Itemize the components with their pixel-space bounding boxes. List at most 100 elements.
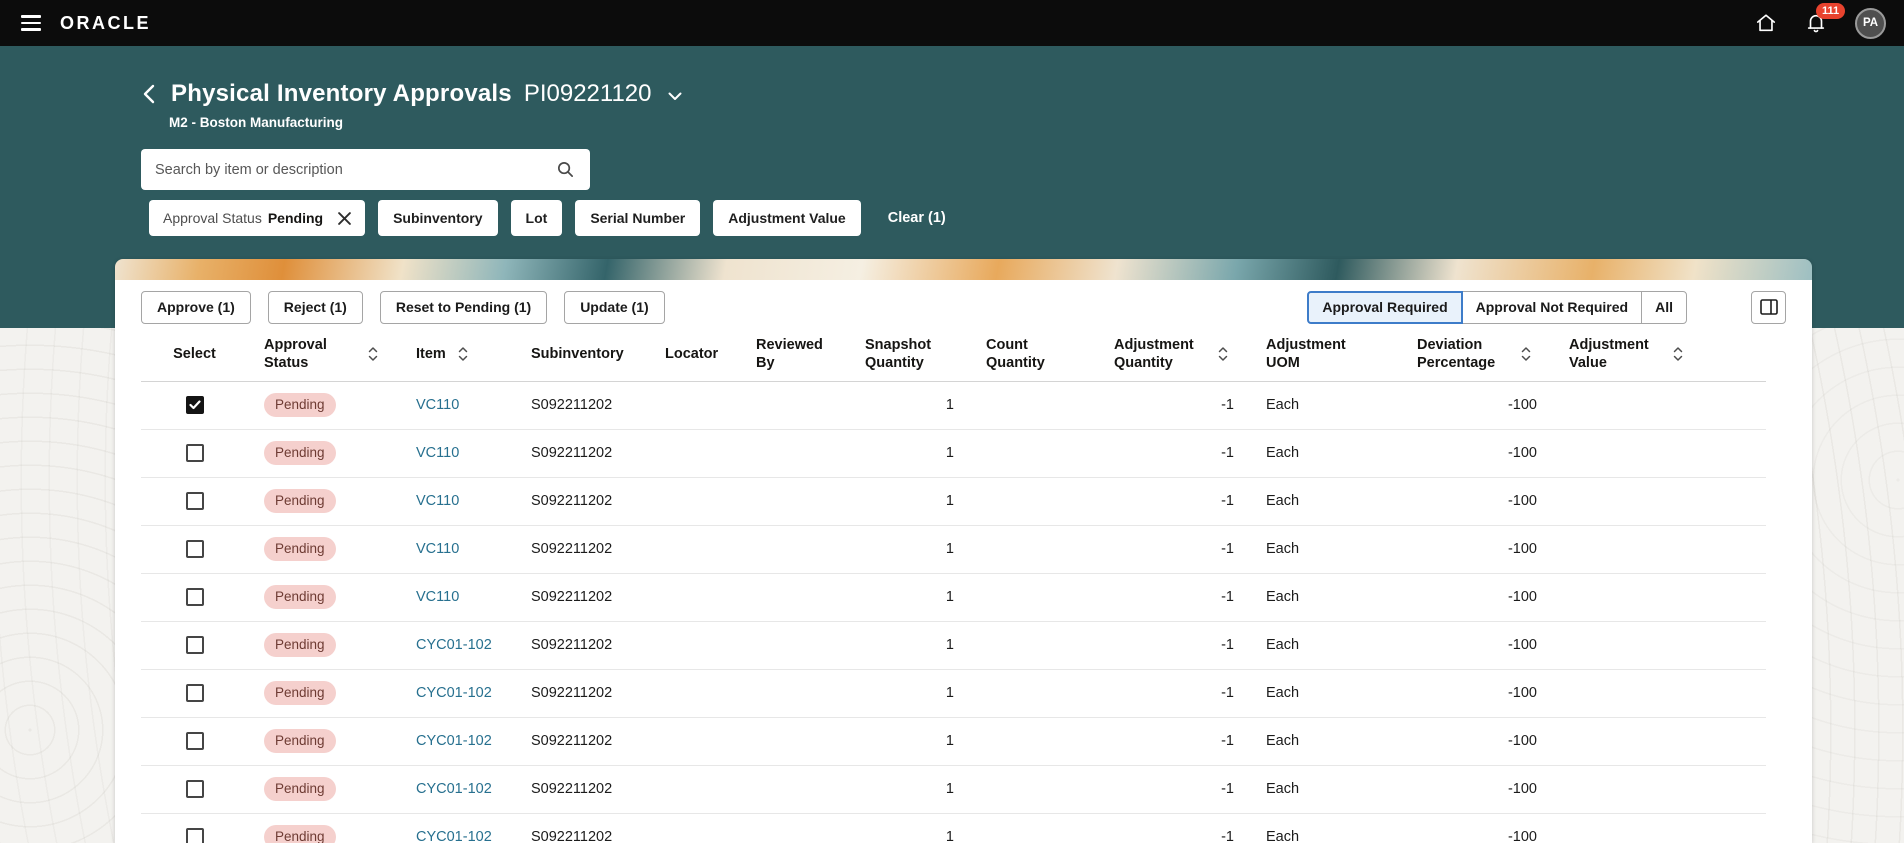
chevron-left-icon	[143, 84, 155, 104]
item-link[interactable]: CYC01-102	[416, 781, 492, 797]
item-link[interactable]: VC110	[416, 445, 459, 461]
search-box	[141, 149, 590, 190]
cell-adjustment-uom: Each	[1250, 765, 1401, 814]
row-checkbox[interactable]	[185, 780, 204, 798]
topbar-right: 111 PA	[1755, 3, 1892, 39]
sort-adjustment-quantity-button[interactable]	[1218, 346, 1228, 362]
sort-adjustment-value-button[interactable]	[1673, 346, 1683, 362]
notifications-button[interactable]: 111	[1805, 3, 1846, 34]
table-row: Pending VC110 S092211202 1 -1 Each -100	[141, 525, 1766, 574]
cell-count-quantity	[970, 573, 1098, 622]
segment-approval-required[interactable]: Approval Required	[1307, 290, 1463, 324]
item-link[interactable]: CYC01-102	[416, 733, 492, 749]
col-select: Select	[173, 345, 216, 362]
row-checkbox[interactable]	[185, 828, 204, 843]
clear-filters-button[interactable]: Clear (1)	[888, 210, 946, 226]
action-button-update-1[interactable]: Update (1)	[564, 290, 665, 324]
item-link[interactable]: VC110	[416, 397, 459, 413]
filter-chip-adjustment-value[interactable]: Adjustment Value	[713, 200, 861, 236]
sort-icon	[1521, 347, 1531, 361]
status-badge: Pending	[264, 537, 336, 561]
cell-deviation-percentage: -100	[1401, 621, 1553, 670]
col-snapshot-quantity: Snapshot Quantity	[865, 336, 932, 371]
segment-all[interactable]: All	[1641, 290, 1687, 324]
action-button-reject-1[interactable]: Reject (1)	[267, 290, 363, 324]
row-checkbox[interactable]	[185, 684, 204, 702]
remove-filter-button[interactable]	[335, 209, 354, 228]
cell-deviation-percentage: -100	[1401, 429, 1553, 478]
filter-chip-lot[interactable]: Lot	[510, 200, 563, 236]
cell-adjustment-quantity: -1	[1098, 813, 1250, 843]
row-checkbox[interactable]	[185, 396, 204, 414]
row-checkbox[interactable]	[185, 588, 204, 606]
status-badge: Pending	[264, 825, 336, 843]
cell-subinventory: S092211202	[515, 813, 649, 843]
sort-icon	[458, 347, 468, 361]
row-checkbox[interactable]	[185, 636, 204, 654]
cell-reviewed-by	[740, 525, 849, 574]
x-icon	[338, 211, 351, 225]
status-badge: Pending	[264, 729, 336, 753]
oracle-logo: ORACLE	[60, 12, 151, 33]
item-link[interactable]: CYC01-102	[416, 637, 492, 653]
item-link[interactable]: CYC01-102	[416, 685, 492, 701]
toolbar-actions: Approve (1) Reject (1) Reset to Pending (1…	[141, 290, 665, 324]
action-button-reset-to-pending-1[interactable]: Reset to Pending (1)	[379, 290, 548, 324]
filter-buttons: Subinventory Lot Serial Number Adjustment V…	[378, 200, 861, 236]
cell-adjustment-uom: Each	[1250, 717, 1401, 766]
user-avatar[interactable]: PA	[1855, 7, 1886, 39]
table-row: Pending VC110 S092211202 1 -1 Each -100	[141, 477, 1766, 526]
cell-adjustment-quantity: -1	[1098, 381, 1250, 430]
cell-snapshot-quantity: 1	[849, 813, 970, 843]
cell-count-quantity	[970, 669, 1098, 718]
cell-deviation-percentage: -100	[1401, 669, 1553, 718]
row-checkbox[interactable]	[185, 540, 204, 558]
cell-reviewed-by	[740, 717, 849, 766]
back-button[interactable]	[141, 82, 157, 106]
item-link[interactable]: VC110	[416, 541, 459, 557]
item-link[interactable]: VC110	[416, 589, 459, 605]
sort-deviation-percentage-button[interactable]	[1521, 346, 1531, 362]
cell-locator	[649, 525, 740, 574]
cell-count-quantity	[970, 717, 1098, 766]
filter-row: Approval Status Pending Subinventory Lot S…	[149, 200, 1904, 236]
cell-deviation-percentage: -100	[1401, 525, 1553, 574]
segment-approval-not-required[interactable]: Approval Not Required	[1461, 290, 1643, 324]
cell-adjustment-value	[1553, 813, 1766, 843]
row-checkbox[interactable]	[185, 492, 204, 510]
cell-deviation-percentage: -100	[1401, 573, 1553, 622]
view-toggle: Approval Required Approval Not Required Al…	[1307, 290, 1687, 324]
sort-approval-status-button[interactable]	[368, 346, 378, 362]
hamburger-icon[interactable]	[12, 6, 52, 40]
cell-adjustment-value	[1553, 573, 1766, 622]
cell-adjustment-quantity: -1	[1098, 477, 1250, 526]
cell-adjustment-quantity: -1	[1098, 717, 1250, 766]
filter-chip-subinventory[interactable]: Subinventory	[378, 200, 498, 236]
cell-adjustment-uom: Each	[1250, 525, 1401, 574]
row-checkbox[interactable]	[185, 732, 204, 750]
cell-reviewed-by	[740, 621, 849, 670]
cell-snapshot-quantity: 1	[849, 477, 970, 526]
table-header-row: Select Approval Status Item Subinventory…	[141, 327, 1766, 382]
status-badge: Pending	[264, 441, 336, 465]
page-title: Physical Inventory Approvals	[171, 80, 512, 107]
cell-snapshot-quantity: 1	[849, 717, 970, 766]
cell-deviation-percentage: -100	[1401, 477, 1553, 526]
cell-count-quantity	[970, 525, 1098, 574]
cell-count-quantity	[970, 477, 1098, 526]
home-button[interactable]	[1755, 12, 1777, 34]
sort-item-button[interactable]	[458, 346, 468, 362]
action-button-approve-1[interactable]: Approve (1)	[141, 290, 251, 324]
search-input[interactable]	[155, 161, 554, 178]
filter-chip-serial-number[interactable]: Serial Number	[575, 200, 701, 236]
row-checkbox[interactable]	[185, 444, 204, 462]
cell-locator	[649, 477, 740, 526]
cell-subinventory: S092211202	[515, 525, 649, 574]
item-link[interactable]: VC110	[416, 493, 459, 509]
manage-columns-button[interactable]	[1751, 290, 1786, 324]
filter-chip-approval-status[interactable]: Approval Status Pending	[149, 200, 366, 236]
cell-adjustment-quantity: -1	[1098, 765, 1250, 814]
search-button[interactable]	[554, 158, 577, 181]
item-link[interactable]: CYC01-102	[416, 829, 492, 843]
document-switcher-button[interactable]	[668, 92, 682, 101]
